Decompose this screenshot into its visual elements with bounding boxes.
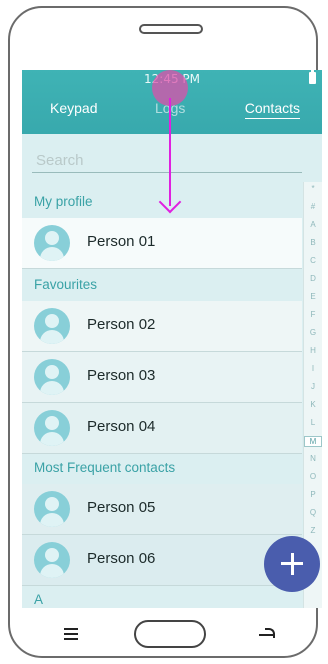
- index-letter[interactable]: J: [304, 382, 322, 391]
- index-letter[interactable]: I: [304, 364, 322, 373]
- index-letter-active[interactable]: M: [304, 436, 322, 447]
- index-letter[interactable]: P: [304, 490, 322, 499]
- contacts-screen: 12:45 PM Keypad Logs Contacts Search My …: [22, 70, 322, 608]
- speaker-slot: [139, 24, 203, 34]
- home-button[interactable]: [134, 620, 206, 648]
- index-letter[interactable]: Q: [304, 508, 322, 517]
- divider: [22, 268, 302, 269]
- tab-contacts[interactable]: Contacts: [244, 100, 300, 119]
- index-letter[interactable]: N: [304, 454, 322, 463]
- avatar: [34, 308, 70, 344]
- section-my-profile: My profile: [34, 194, 93, 209]
- search-input[interactable]: Search: [32, 148, 302, 173]
- index-letter[interactable]: A: [304, 220, 322, 229]
- plus-icon: [281, 552, 303, 575]
- index-letter[interactable]: E: [304, 292, 322, 301]
- contact-row[interactable]: Person 05: [22, 484, 302, 534]
- index-letter[interactable]: B: [304, 238, 322, 247]
- contact-name: Person 06: [87, 550, 156, 567]
- section-most-frequent: Most Frequent contacts: [34, 460, 176, 475]
- contact-row[interactable]: Person 04: [22, 403, 302, 453]
- index-letter[interactable]: F: [304, 310, 322, 319]
- section-a: A: [34, 592, 44, 607]
- tab-keypad[interactable]: Keypad: [50, 100, 97, 116]
- index-letter[interactable]: #: [304, 202, 322, 211]
- contact-name: Person 04: [87, 418, 156, 435]
- index-letter[interactable]: H: [304, 346, 322, 355]
- divider: [22, 453, 302, 454]
- contact-name: Person 05: [87, 499, 156, 516]
- contact-row[interactable]: Person 03: [22, 352, 302, 402]
- back-icon[interactable]: [257, 626, 275, 642]
- index-letter[interactable]: *: [304, 184, 322, 193]
- divider: [22, 585, 302, 586]
- contact-row[interactable]: Person 02: [22, 301, 302, 351]
- index-letter[interactable]: G: [304, 328, 322, 337]
- battery-icon: [309, 70, 316, 84]
- index-letter[interactable]: Z: [304, 526, 322, 535]
- index-letter[interactable]: L: [304, 418, 322, 427]
- contact-row[interactable]: Person 01: [22, 218, 302, 268]
- menu-icon[interactable]: [64, 626, 78, 642]
- index-letter[interactable]: O: [304, 472, 322, 481]
- contact-row[interactable]: Person 06: [22, 535, 302, 585]
- index-letter[interactable]: K: [304, 400, 322, 409]
- avatar: [34, 410, 70, 446]
- contact-name: Person 01: [87, 233, 156, 250]
- avatar: [34, 359, 70, 395]
- avatar: [34, 491, 70, 527]
- index-letter[interactable]: D: [304, 274, 322, 283]
- avatar: [34, 542, 70, 578]
- add-contact-button[interactable]: [264, 536, 320, 592]
- contact-name: Person 03: [87, 367, 156, 384]
- search-placeholder: Search: [36, 151, 84, 169]
- section-favourites: Favourites: [34, 277, 98, 292]
- contact-name: Person 02: [87, 316, 156, 333]
- avatar: [34, 225, 70, 261]
- index-letter[interactable]: C: [304, 256, 322, 265]
